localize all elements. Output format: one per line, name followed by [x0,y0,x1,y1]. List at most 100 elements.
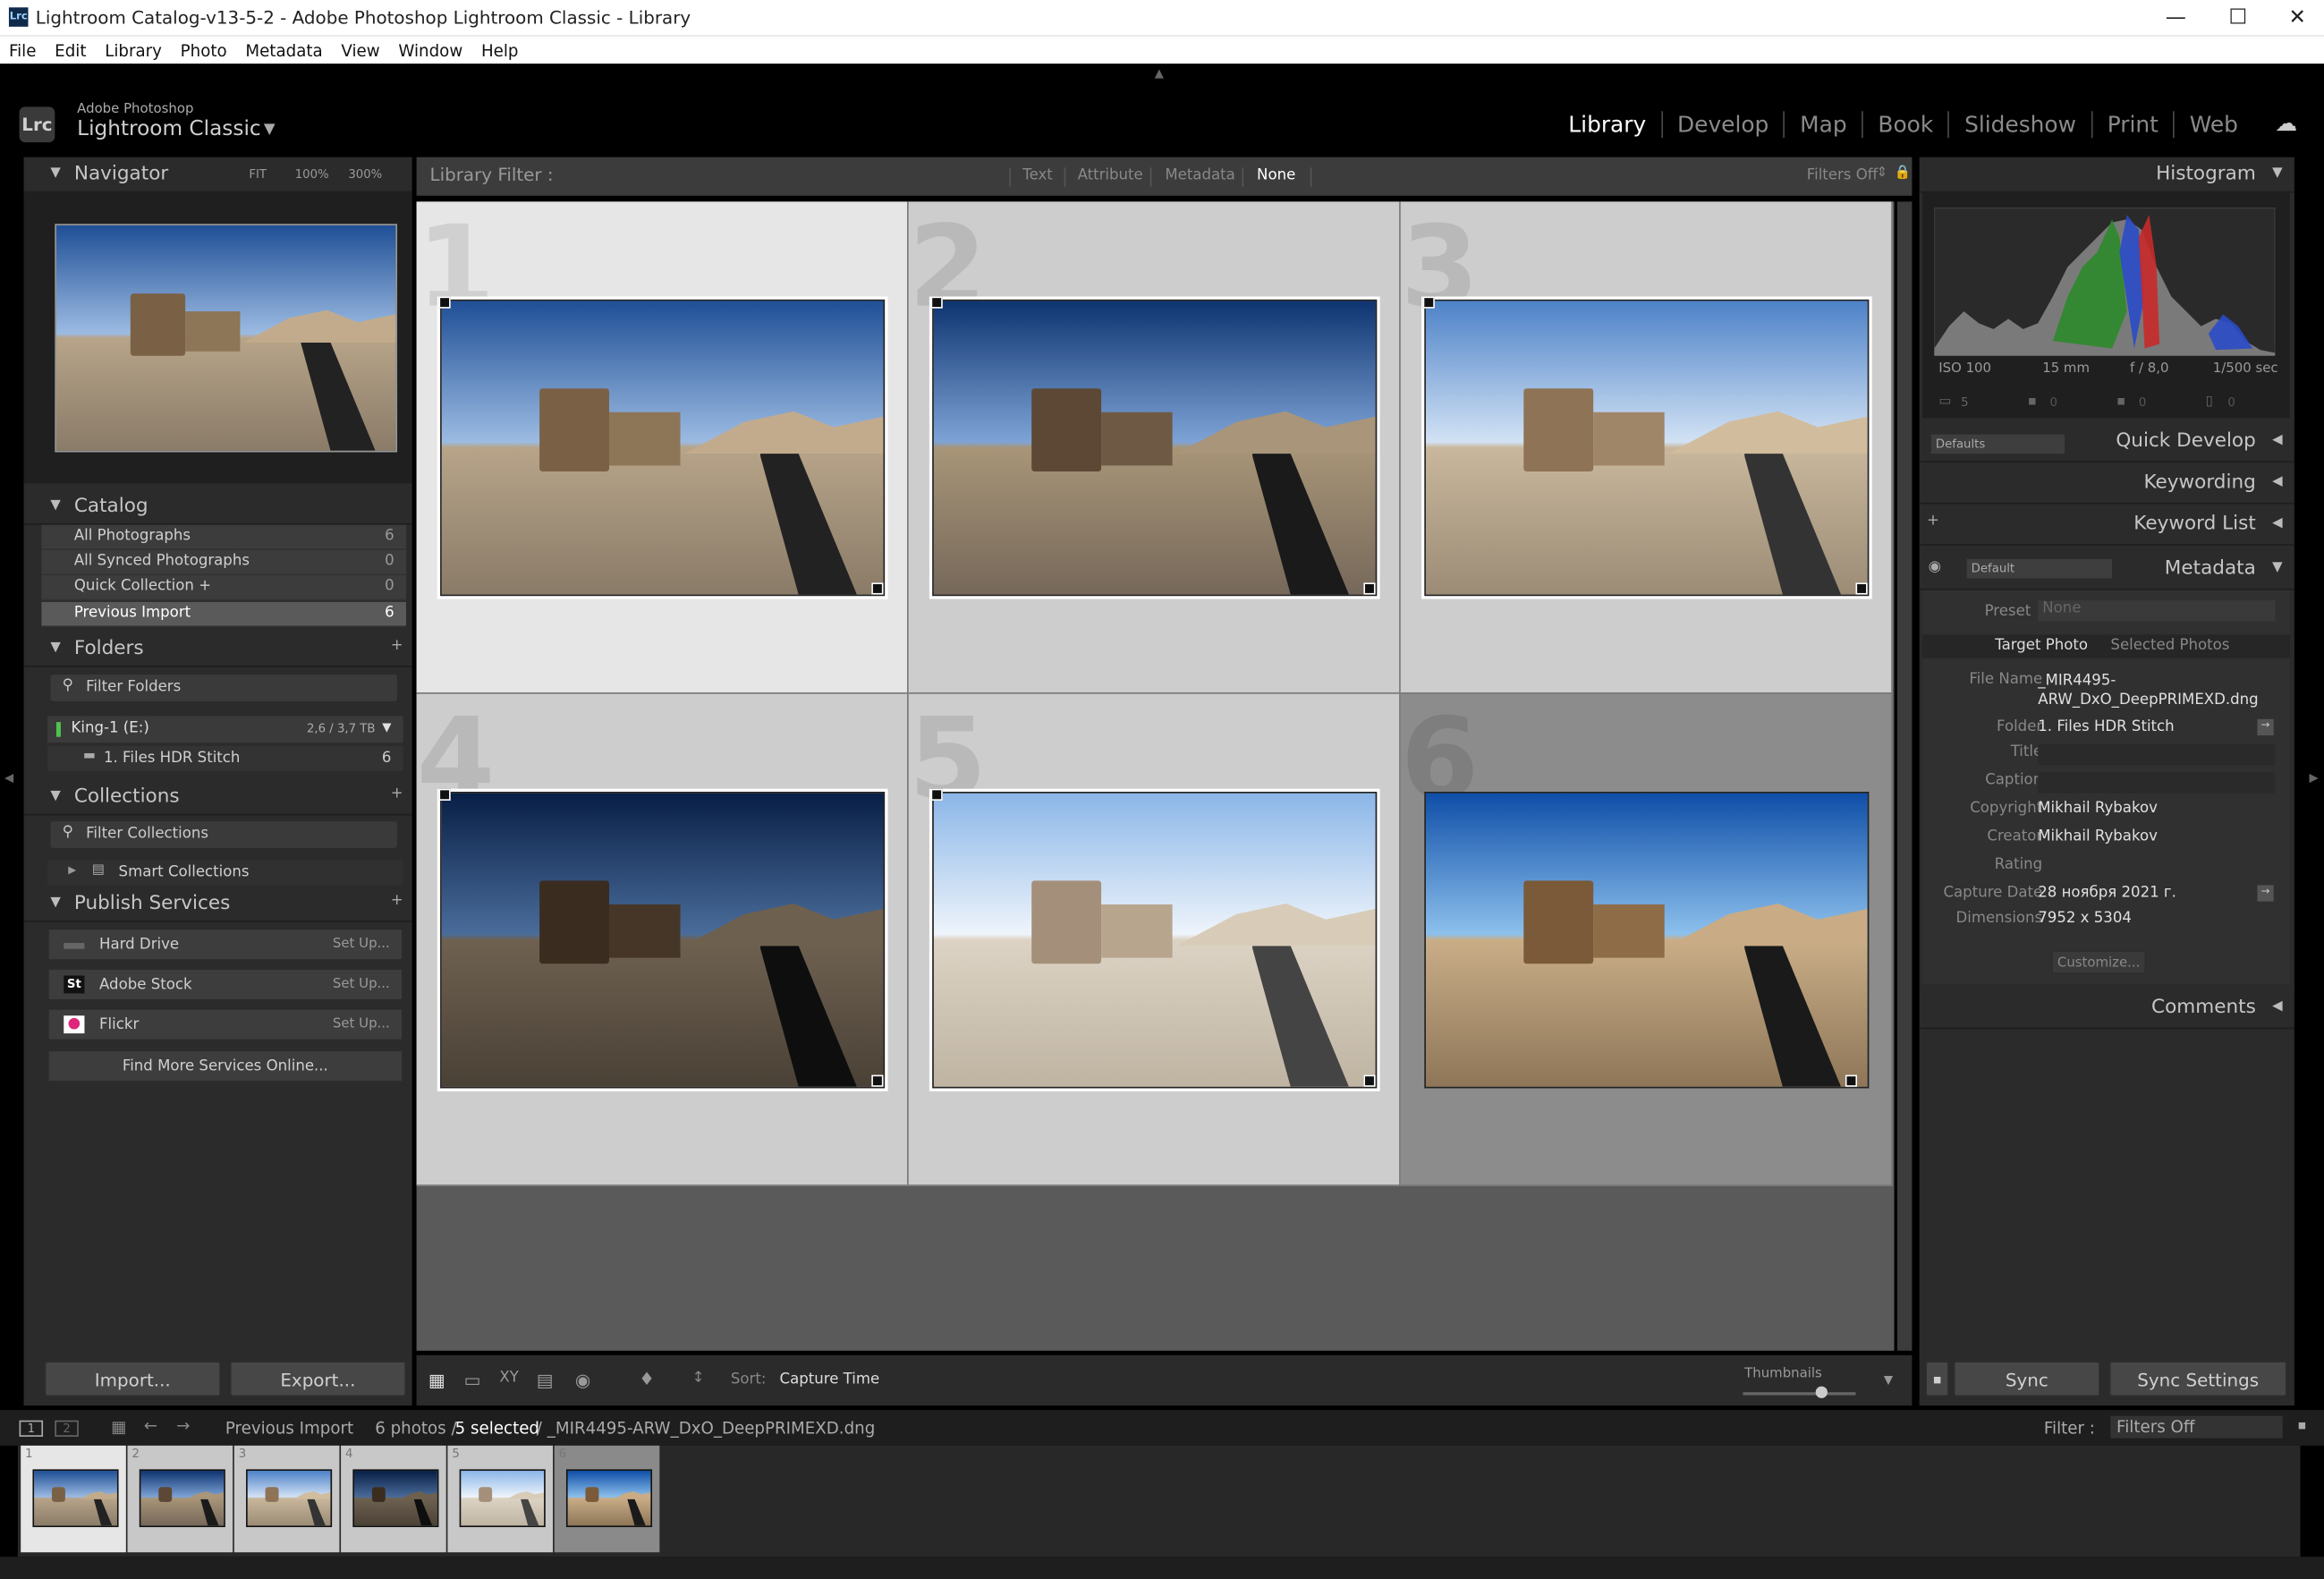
folders-header[interactable]: ▼ Folders + [23,632,412,667]
edit-badge-icon[interactable] [1845,1074,1858,1087]
thumb-image[interactable] [459,1469,546,1528]
sync-button[interactable]: Sync [1953,1361,2100,1397]
crop-tool-icon[interactable]: ▭ [1938,395,1951,410]
folder-row[interactable]: ▬ 1. Files HDR Stitch 6 [47,745,403,771]
smart-collections-row[interactable]: ▶ ▤ Smart Collections [47,860,403,886]
publish-hard-drive[interactable]: Hard Drive Set Up... [47,928,403,961]
grid-cell[interactable]: 3 [1400,201,1893,694]
collections-toggle-icon[interactable]: ▼ [50,789,60,804]
metadata-header[interactable]: ◉ Default Metadata ▼ [1919,548,2294,590]
survey-view-icon[interactable]: ▤ [537,1370,554,1390]
catalog-item-previous-import[interactable]: Previous Import 6 [41,601,406,628]
badge-icon[interactable] [930,296,943,309]
metadata-preset-dropdown[interactable]: None [2038,600,2276,622]
back-arrow-icon[interactable]: ← [144,1416,157,1436]
spray-can-icon[interactable]: ♦ [639,1369,655,1389]
metadata-toggle-icon[interactable]: ▼ [2272,560,2282,575]
photo-thumbnail[interactable] [932,299,1378,597]
stepper-icon[interactable]: ⇕ [1877,166,1888,182]
catalog-item-all-synced[interactable]: All Synced Photographs 0 [41,549,406,576]
grid-icon[interactable]: ▦ [111,1417,126,1437]
publish-setup-link[interactable]: Set Up... [333,937,390,952]
quick-develop-header[interactable]: Defaults Quick Develop ◀ [1919,424,2294,463]
filmstrip-thumb[interactable]: 3 [233,1445,340,1553]
mask-tool-icon[interactable]: ▯ [2205,395,2212,410]
edit-capture-time-icon[interactable]: → [2257,885,2274,902]
folders-toggle-icon[interactable]: ▼ [50,641,60,656]
publish-setup-link[interactable]: Set Up... [333,977,390,992]
filter-tab-none[interactable]: None [1257,167,1295,183]
metadata-value[interactable]: 28 ноября 2021 г. [2038,885,2275,901]
keywording-toggle-icon[interactable]: ◀ [2272,474,2282,489]
grid-view-icon[interactable]: ▦ [428,1370,445,1390]
catalog-item-quick-collection[interactable]: Quick Collection + 0 [41,575,406,601]
filmstrip-filter-dropdown[interactable]: Filters Off [2110,1415,2283,1439]
metadata-row-title[interactable]: Title [1920,740,2294,767]
badge-icon[interactable] [438,296,451,309]
edit-badge-icon[interactable] [1363,582,1376,595]
menu-help[interactable]: Help [481,37,519,64]
photo-thumbnail[interactable] [1424,791,1870,1089]
photo-thumbnail[interactable] [932,791,1378,1089]
add-folder-icon[interactable]: + [391,638,403,654]
customize-button[interactable]: Customize... [2051,950,2147,974]
metadata-value[interactable]: Mikhail Rybakov [2038,828,2275,845]
cloud-sync-icon[interactable]: ☁ [2275,110,2297,137]
thumb-image[interactable] [565,1469,653,1528]
thumb-image[interactable] [246,1469,333,1528]
badge-icon[interactable] [1422,296,1435,309]
publish-toggle-icon[interactable]: ▼ [50,896,60,911]
catalog-toggle-icon[interactable]: ▼ [50,498,60,514]
collapse-top-icon[interactable]: ▲ [1155,67,1164,81]
filmstrip-thumb[interactable]: 6 [554,1445,660,1553]
close-button[interactable]: ✕ [2268,3,2324,32]
tab-target-photo[interactable]: Target Photo [1995,638,2088,654]
forward-arrow-icon[interactable]: → [176,1416,190,1436]
filter-tab-metadata[interactable]: Metadata [1165,167,1234,183]
grid-scrollbar[interactable] [1896,201,1913,1351]
minimize-button[interactable]: — [2146,3,2205,32]
metadata-value[interactable]: Mikhail Rybakov [2038,801,2275,817]
filter-collections-input[interactable]: ⚲ Filter Collections [50,821,398,848]
filmstrip-thumb[interactable]: 5 [447,1445,554,1553]
filter-tab-text[interactable]: Text [1022,167,1053,183]
metadata-row-creator[interactable]: Creator Mikhail Rybakov [1920,824,2294,851]
comments-header[interactable]: Comments ◀ [1919,990,2294,1030]
people-view-icon[interactable]: ◉ [575,1370,590,1390]
quick-develop-preset-dropdown[interactable]: Defaults [1930,434,2065,454]
keywording-header[interactable]: Keywording ◀ [1919,465,2294,505]
metadata-row-file-name[interactable]: File Name _MIR4495-ARW_DxO_DeepPRIMEXD.d… [1920,667,2294,709]
eye-icon[interactable]: ◉ [1929,559,1941,575]
edit-badge-icon[interactable] [1855,582,1868,595]
module-web[interactable]: Web [2175,111,2252,138]
module-map[interactable]: Map [1785,111,1863,139]
menu-photo[interactable]: Photo [181,37,227,64]
sort-dropdown[interactable]: Capture Time [780,1371,880,1388]
histogram-graph[interactable] [1934,208,2276,356]
loupe-view-icon[interactable]: ▭ [464,1370,481,1390]
grid-cell[interactable]: 1 [416,201,909,694]
catalog-header[interactable]: ▼ Catalog [23,489,412,525]
publish-setup-link[interactable]: Set Up... [333,1017,390,1032]
lock-icon[interactable]: 🔒 [1895,166,1912,182]
filmstrip-lock-icon[interactable]: ▪ [2297,1419,2306,1434]
collections-header[interactable]: ▼ Collections + [23,780,412,816]
redeye-tool-icon[interactable]: ▪ [2116,395,2125,410]
toolbar-menu-icon[interactable]: ▼ [1884,1373,1893,1387]
sync-settings-button[interactable]: Sync Settings [2108,1361,2287,1397]
menu-edit[interactable]: Edit [55,37,86,64]
module-develop[interactable]: Develop [1662,111,1785,139]
volume-row[interactable]: King-1 (E:) 2,6 / 3,7 TB ▼ [47,716,403,743]
menu-file[interactable]: File [9,37,37,64]
add-collection-icon[interactable]: + [391,785,403,802]
thumb-image[interactable] [139,1469,225,1528]
export-button[interactable]: Export... [229,1361,406,1397]
import-button[interactable]: Import... [44,1361,221,1397]
edit-badge-icon[interactable] [871,582,884,595]
menu-window[interactable]: Window [398,37,462,64]
metadata-view-dropdown[interactable]: Default [1966,558,2113,579]
zoom-fit[interactable]: FIT [249,167,267,181]
spot-tool-icon[interactable]: ▪ [2028,395,2037,410]
badge-icon[interactable] [438,788,451,801]
catalog-item-all-photographs[interactable]: All Photographs 6 [41,524,406,550]
